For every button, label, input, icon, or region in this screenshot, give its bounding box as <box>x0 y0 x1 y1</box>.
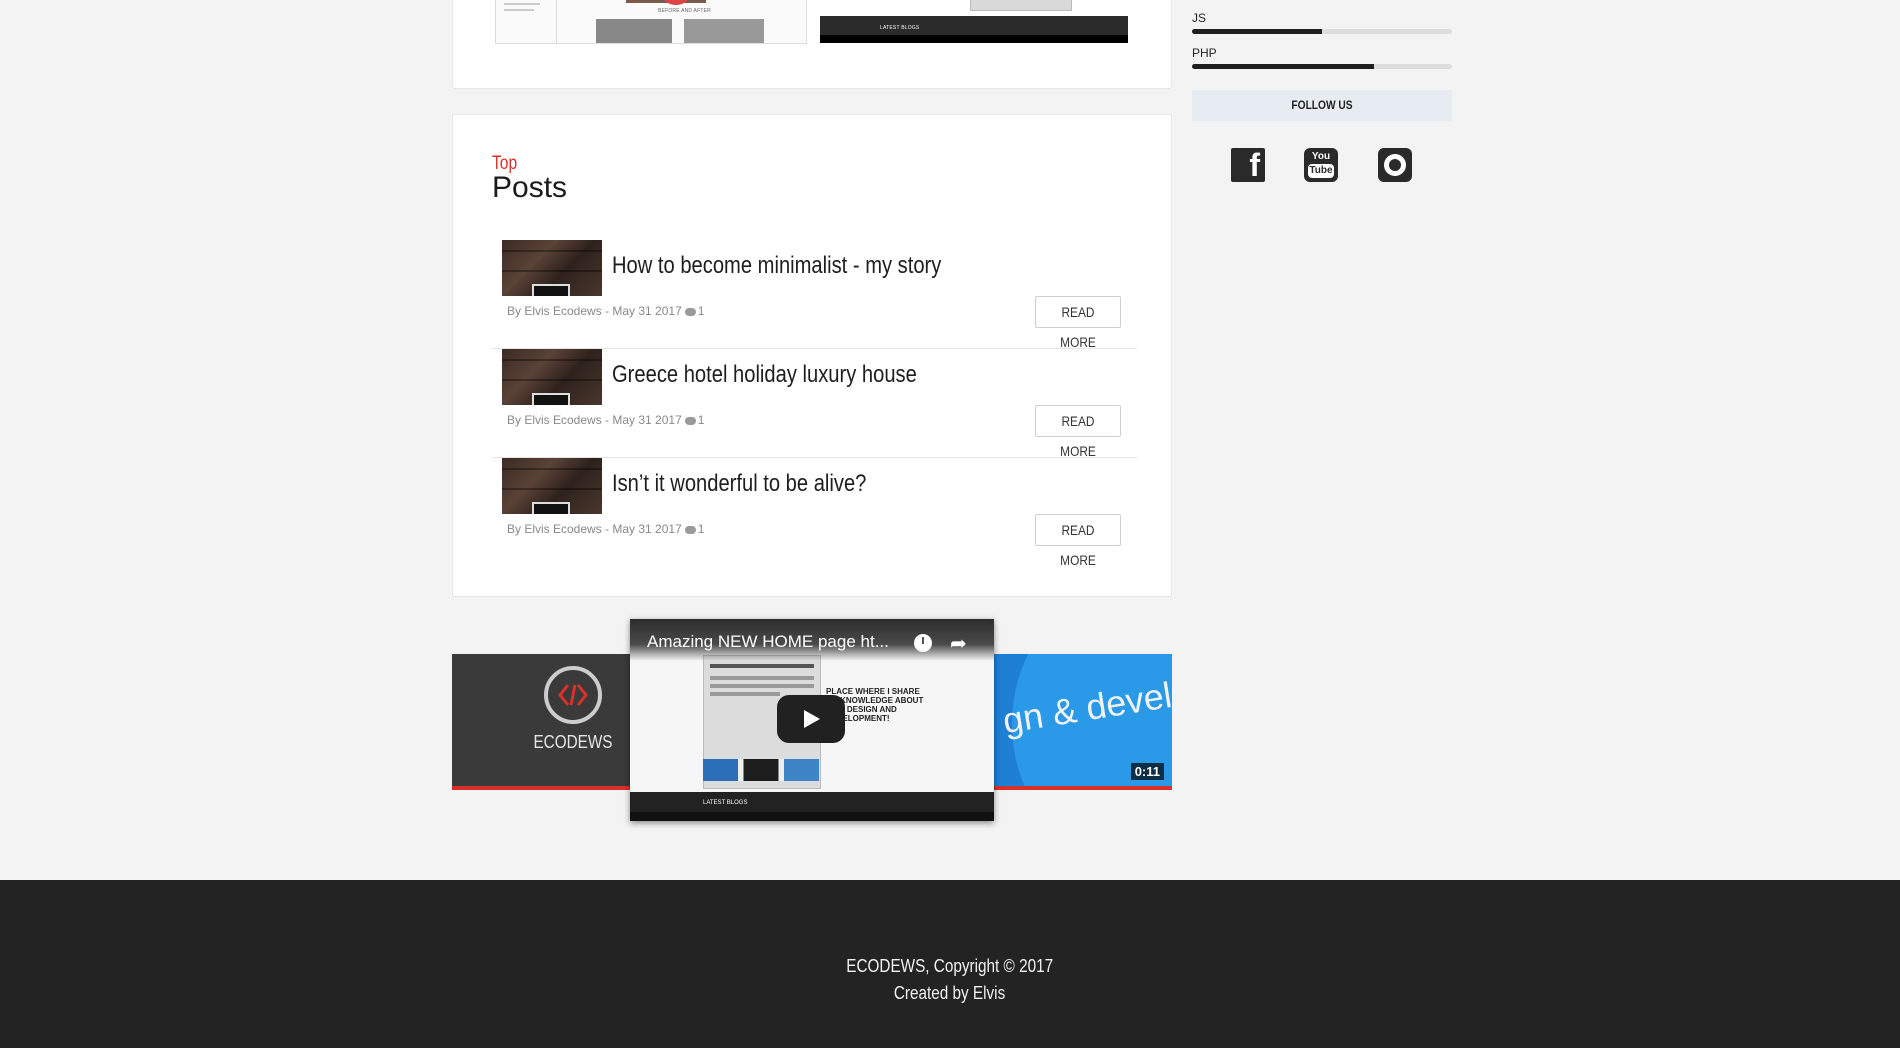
watch-later-icon[interactable] <box>914 634 932 652</box>
post-title[interactable]: Greece hotel holiday luxury house <box>612 361 917 389</box>
post-meta: By Elvis Ecodews - May 31 2017 1 <box>507 304 704 318</box>
footer-credit: Created by Elvis <box>894 983 1006 1003</box>
post-byline: By Elvis Ecodews - May 31 2017 <box>507 304 682 318</box>
thumb-caption: BEFORE AND AFTER <box>658 8 711 14</box>
post-meta: By Elvis Ecodews - May 31 2017 1 <box>507 413 704 427</box>
portfolio-preview-card: BEFORE AND AFTER LATEST BLOGS <box>452 0 1172 89</box>
post-title[interactable]: How to become minimalist - my story <box>612 252 941 280</box>
youtube-icon[interactable]: You Tube <box>1304 148 1338 182</box>
footer: ECODEWS, Copyright © 2017 Created by Elv… <box>0 880 1900 1048</box>
skill-label-php: PHP <box>1192 46 1217 60</box>
post-title[interactable]: Isn’t it wonderful to be alive? <box>612 470 866 498</box>
post-item: How to become minimalist - my story By E… <box>492 240 1137 350</box>
banner-preview: gn & develop 0:11 <box>992 654 1172 786</box>
youtube-embed[interactable]: PLACE WHERE I SHARE MY KNOWLEDGE ABOUT W… <box>630 619 994 821</box>
post-meta: By Elvis Ecodews - May 31 2017 1 <box>507 522 704 536</box>
logo-text: ECODEWS <box>533 732 613 752</box>
post-thumbnail[interactable] <box>502 349 602 405</box>
post-byline: By Elvis Ecodews - May 31 2017 <box>507 522 682 536</box>
read-more-button[interactable]: READ MORE <box>1035 296 1121 350</box>
comments-icon <box>684 416 696 425</box>
skill-fill-php <box>1192 64 1374 69</box>
comment-count: 1 <box>697 304 705 318</box>
video-duration: 0:11 <box>1130 763 1164 780</box>
thumb-caption: LATEST BLOGS <box>880 25 920 31</box>
portfolio-thumb-latest-blogs[interactable]: LATEST BLOGS <box>820 0 1128 43</box>
post-byline: By Elvis Ecodews - May 31 2017 <box>507 413 682 427</box>
facebook-glyph: f <box>1249 147 1260 183</box>
ecodews-logo: ECODEWS <box>523 666 623 753</box>
share-icon[interactable]: ➦ <box>950 631 967 656</box>
read-more-button[interactable]: READ MORE <box>1035 514 1121 568</box>
skill-bar-php <box>1192 64 1452 69</box>
portfolio-thumb-before-after[interactable]: BEFORE AND AFTER <box>495 0 807 44</box>
youtube-glyph-tube: Tube <box>1308 164 1334 178</box>
skill-bar-js <box>1192 29 1452 34</box>
play-button[interactable] <box>777 695 845 743</box>
comment-count: 1 <box>697 413 705 427</box>
post-thumbnail[interactable] <box>502 458 602 514</box>
video-title[interactable]: Amazing NEW HOME page ht... <box>647 632 889 652</box>
post-item: Greece hotel holiday luxury house By Elv… <box>492 349 1137 459</box>
post-thumbnail[interactable] <box>502 240 602 296</box>
footer-copyright: ECODEWS, Copyright © 2017 <box>846 956 1054 976</box>
youtube-glyph-you: You <box>1311 151 1331 162</box>
post-item: Isn’t it wonderful to be alive? By Elvis… <box>492 458 1137 568</box>
skill-fill-js <box>1192 29 1322 34</box>
comment-count: 1 <box>697 522 705 536</box>
top-posts-card: Top Posts How to become minimalist - my … <box>452 114 1172 597</box>
comments-icon <box>684 525 696 534</box>
section-title: Posts <box>492 171 568 204</box>
read-more-button[interactable]: READ MORE <box>1035 405 1121 459</box>
facebook-icon[interactable]: f <box>1231 147 1265 183</box>
github-icon[interactable] <box>1378 148 1412 182</box>
code-brackets-icon <box>558 684 588 706</box>
follow-us-heading: FOLLOW US <box>1192 90 1452 121</box>
comments-icon <box>684 307 696 316</box>
video-preview-caption: LATEST BLOGS <box>703 800 748 806</box>
skill-label-js: JS <box>1192 11 1207 25</box>
